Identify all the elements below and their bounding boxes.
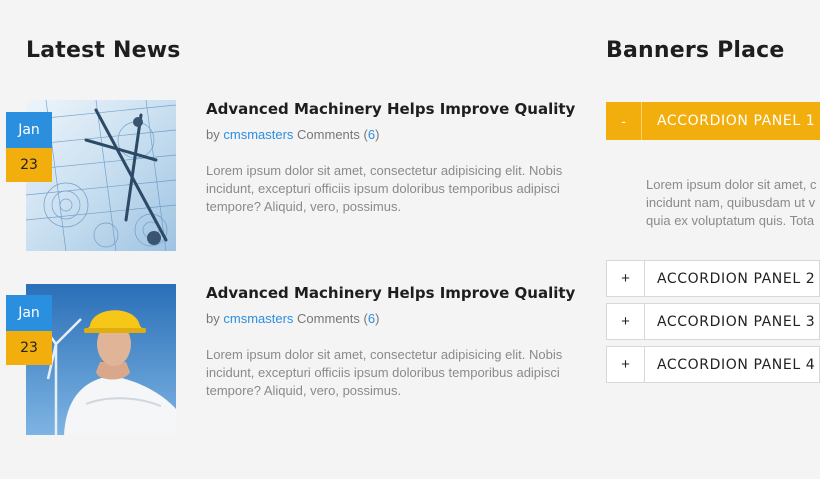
news-post: Jan 23 Advanced Machinery Helps Improve … [0,100,580,252]
comments-close-paren: ) [375,127,380,142]
expand-plus-icon[interactable]: + [607,304,645,339]
accordion-panel-label[interactable]: ACCORDION PANEL 3 [657,304,815,339]
accordion-panel-label[interactable]: ACCORDION PANEL 1 [657,102,815,140]
date-badge-day: 23 [6,331,52,365]
accordion-panel-2-header[interactable]: + ACCORDION PANEL 2 [606,260,820,297]
accordion-panel-label[interactable]: ACCORDION PANEL 2 [657,261,815,296]
date-badge-month: Jan [6,112,52,148]
accordion-panel-4-header[interactable]: + ACCORDION PANEL 4 [606,346,820,383]
date-badge-day: 23 [6,148,52,182]
meta-by: by [206,311,220,326]
date-badge-month: Jan [6,295,52,331]
accordion-panel-3-header[interactable]: + ACCORDION PANEL 3 [606,303,820,340]
expand-plus-icon[interactable]: + [607,347,645,382]
post-title-link[interactable]: Advanced Machinery Helps Improve Quality [206,284,575,302]
post-title-link[interactable]: Advanced Machinery Helps Improve Quality [206,100,575,118]
accordion-panel-1-header[interactable]: - ACCORDION PANEL 1 [606,102,820,140]
post-excerpt: Lorem ipsum dolor sit amet, consectetur … [206,347,563,398]
banners-place-title: Banners Place [606,38,785,63]
author-link[interactable]: cmsmasters [223,127,293,142]
comments-close-paren: ) [375,311,380,326]
collapse-minus-icon[interactable]: - [606,102,642,140]
meta-by: by [206,127,220,142]
expand-plus-icon[interactable]: + [607,261,645,296]
latest-news-title: Latest News [26,38,181,63]
accordion-panel-1-body: Lorem ipsum dolor sit amet, c incidunt n… [646,176,820,230]
news-post: Jan 23 Advanced Machinery Helps Improve … [0,284,580,436]
accordion-panel-label[interactable]: ACCORDION PANEL 4 [657,347,815,382]
post-excerpt: Lorem ipsum dolor sit amet, consectetur … [206,163,563,214]
accordion-body-line: Lorem ipsum dolor sit amet, c [646,177,817,192]
author-link[interactable]: cmsmasters [223,311,293,326]
comments-label: Comments [297,311,360,326]
accordion-body-line: quia ex voluptatum quis. Tota [646,213,815,228]
comments-label: Comments [297,127,360,142]
post-meta: by cmsmasters Comments (6) [206,311,379,326]
accordion-body-line: incidunt nam, quibusdam ut v [646,195,816,210]
post-meta: by cmsmasters Comments (6) [206,127,379,142]
